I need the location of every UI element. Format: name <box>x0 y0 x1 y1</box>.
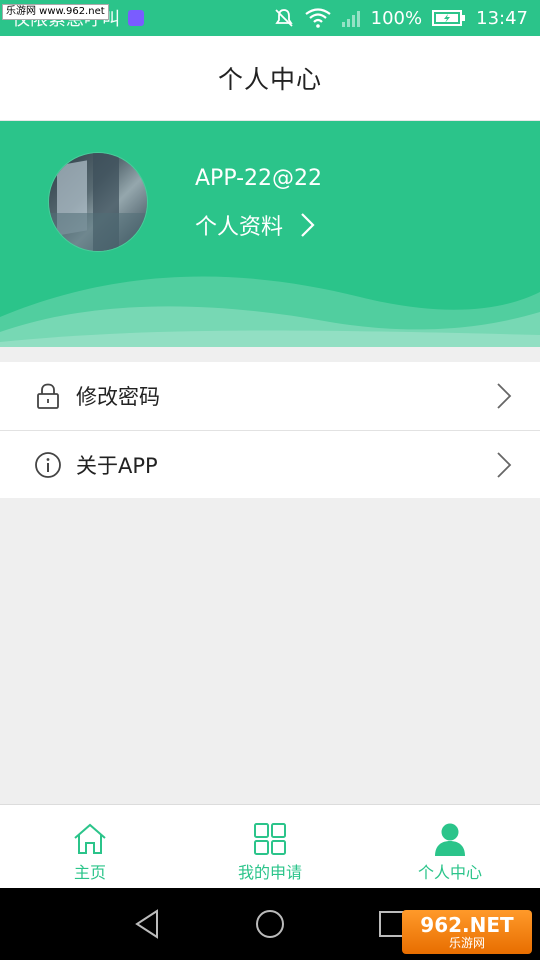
menu-item-label: 修改密码 <box>76 385 160 409</box>
watermark-top-left: 乐游网 www.962.net <box>2 4 109 20</box>
lock-icon <box>37 383 59 409</box>
menu-item-label: 关于APP <box>76 453 158 478</box>
battery-icon <box>432 10 466 26</box>
menu-item-change-password[interactable]: 修改密码 <box>0 362 540 431</box>
signal-icon <box>341 11 360 27</box>
wave-decoration <box>0 276 540 347</box>
mute-icon <box>274 9 293 27</box>
watermark-brand-cn: 乐游网 <box>448 936 485 950</box>
grid-icon <box>254 823 286 855</box>
person-icon <box>435 823 465 856</box>
profile-username: APP-22@22 <box>195 166 323 191</box>
home-circle-icon[interactable] <box>253 907 287 941</box>
battery-percent: 100% <box>370 7 423 29</box>
menu-item-about-app[interactable]: 关于APP <box>0 431 540 498</box>
title-bar: 个人中心 <box>0 36 540 121</box>
bottom-navigation: 主页 我的申请 个人中心 <box>0 804 540 889</box>
tab-personal-center[interactable]: 个人中心 <box>360 805 540 889</box>
profile-card: APP-22@22 个人资料 <box>0 121 540 347</box>
tab-home[interactable]: 主页 <box>0 805 180 889</box>
status-time: 13:47 <box>476 7 528 29</box>
wifi-icon <box>304 8 331 28</box>
profile-detail-link[interactable]: 个人资料 <box>195 209 319 241</box>
tab-home-label: 主页 <box>73 863 106 882</box>
info-icon <box>35 451 61 478</box>
back-icon[interactable] <box>131 907 165 941</box>
watermark-bottom-right: 962.NET 乐游网 <box>402 910 532 954</box>
system-navigation-bar: 962.NET 乐游网 <box>0 888 540 960</box>
settings-menu: 修改密码 关于APP <box>0 362 540 498</box>
chevron-right-icon <box>497 452 512 478</box>
status-right: 100% 13:47 <box>273 7 540 29</box>
profile-link-label: 个人资料 <box>195 215 284 240</box>
tab-my-applications[interactable]: 我的申请 <box>180 805 360 889</box>
page-title: 个人中心 <box>217 65 322 94</box>
chevron-right-icon <box>497 383 512 409</box>
notification-app-icon <box>128 10 144 26</box>
watermark-brand: 962.NET <box>420 913 514 937</box>
tab-personal-center-label: 个人中心 <box>417 863 482 882</box>
home-icon <box>74 823 106 854</box>
chevron-right-icon <box>301 213 315 237</box>
status-bar: 仅限紧急呼叫 100% 13:47 乐游网 www.962.net <box>0 0 540 36</box>
avatar[interactable] <box>49 153 147 251</box>
tab-my-applications-label: 我的申请 <box>237 863 302 882</box>
